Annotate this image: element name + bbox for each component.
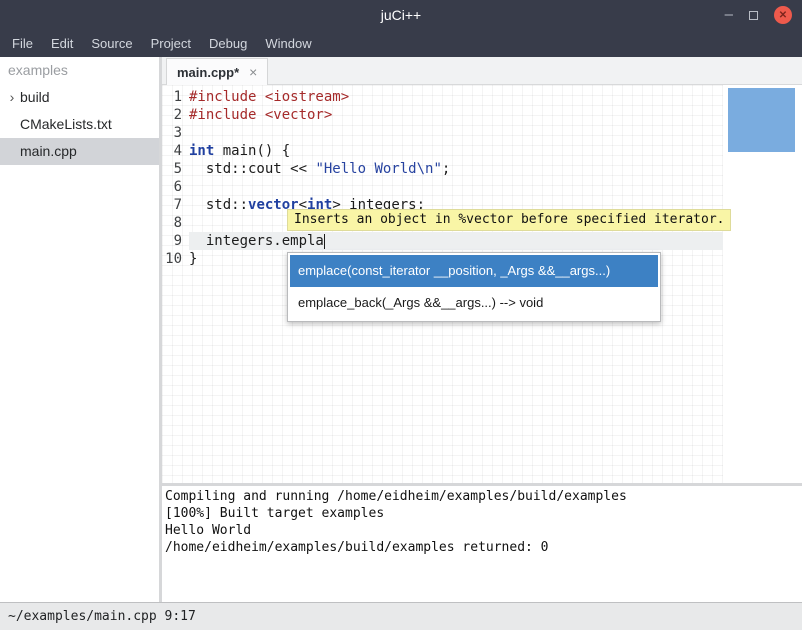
tree-item-label: build [20, 84, 50, 111]
completion-popup: emplace(const_iterator __position, _Args… [287, 252, 661, 322]
menu-item-file[interactable]: File [3, 30, 42, 57]
hover-tooltip: Inserts an object in %vector before spec… [287, 209, 731, 231]
tree-item-cmakelists[interactable]: CMakeLists.txt [0, 111, 159, 138]
tree-item-build[interactable]: › build [0, 84, 159, 111]
menubar: File Edit Source Project Debug Window [0, 30, 802, 57]
status-file-position: ~/examples/main.cpp 9:17 [8, 609, 196, 624]
statusbar: ~/examples/main.cpp 9:17 [0, 602, 802, 630]
code-text: std::cout << "Hello World\n"; [189, 160, 723, 178]
menu-item-edit[interactable]: Edit [42, 30, 82, 57]
line-number: 5 [162, 160, 189, 178]
menu-item-project[interactable]: Project [142, 30, 200, 57]
code-text: integers.empla [189, 232, 723, 250]
titlebar: juCi++ – ✕ [0, 0, 802, 30]
source-map-slider[interactable] [728, 88, 795, 152]
menu-item-window[interactable]: Window [256, 30, 320, 57]
app-window: { "colors": { "titlebar_bg": "#383c4a", … [0, 0, 802, 630]
source-map[interactable] [723, 85, 802, 483]
code-line-1[interactable]: 1#include <iostream> [162, 88, 723, 106]
line-number: 4 [162, 142, 189, 160]
code-line-5[interactable]: 5 std::cout << "Hello World\n"; [162, 160, 723, 178]
line-number: 9 [162, 232, 189, 250]
text-cursor [324, 234, 325, 249]
code-line-3[interactable]: 3 [162, 124, 723, 142]
code-text: int main() { [189, 142, 723, 160]
code-text: #include <iostream> [189, 88, 723, 106]
menu-item-debug[interactable]: Debug [200, 30, 256, 57]
terminal-output[interactable]: Compiling and running /home/eidheim/exam… [162, 486, 802, 602]
line-number: 2 [162, 106, 189, 124]
tab-close-button[interactable]: × [249, 64, 257, 80]
terminal-line: /home/eidheim/examples/build/examples re… [165, 539, 802, 556]
code-lines: 1#include <iostream>2#include <vector>34… [162, 88, 723, 268]
line-number: 3 [162, 124, 189, 142]
line-number: 8 [162, 214, 189, 232]
tab-main-cpp[interactable]: main.cpp* × [166, 58, 268, 85]
code-text: #include <vector> [189, 106, 723, 124]
tabbar: main.cpp* × [162, 57, 802, 85]
menu-item-source[interactable]: Source [82, 30, 141, 57]
minimize-button[interactable]: – [725, 0, 733, 30]
code-line-2[interactable]: 2#include <vector> [162, 106, 723, 124]
tree-item-label: CMakeLists.txt [0, 111, 112, 138]
code-line-9[interactable]: 9 integers.empla [162, 232, 723, 250]
window-controls: – ✕ [725, 0, 792, 30]
line-number: 10 [162, 250, 189, 268]
chevron-right-icon[interactable]: › [4, 84, 20, 111]
code-line-6[interactable]: 6 [162, 178, 723, 196]
terminal-line: Compiling and running /home/eidheim/exam… [165, 488, 802, 505]
project-name-label: examples [0, 57, 159, 84]
close-button[interactable]: ✕ [774, 6, 792, 24]
line-number: 7 [162, 196, 189, 214]
tree-item-label: main.cpp [0, 138, 77, 165]
tree-item-main-cpp[interactable]: main.cpp [0, 138, 159, 165]
window-title: juCi++ [0, 0, 802, 30]
tab-label: main.cpp* [177, 65, 239, 80]
file-tree-panel: examples › build CMakeLists.txt main.cpp [0, 57, 159, 602]
code-text [189, 124, 723, 142]
code-editor[interactable]: 1#include <iostream>2#include <vector>34… [162, 85, 802, 483]
terminal-line: [100%] Built target examples [165, 505, 802, 522]
completion-item-emplace[interactable]: emplace(const_iterator __position, _Args… [290, 255, 658, 287]
line-number: 6 [162, 178, 189, 196]
completion-item-emplace-back[interactable]: emplace_back(_Args &&__args...) --> void [290, 287, 658, 319]
code-line-4[interactable]: 4int main() { [162, 142, 723, 160]
code-text [189, 178, 723, 196]
maximize-button[interactable] [749, 11, 758, 20]
line-number: 1 [162, 88, 189, 106]
terminal-line: Hello World [165, 522, 802, 539]
